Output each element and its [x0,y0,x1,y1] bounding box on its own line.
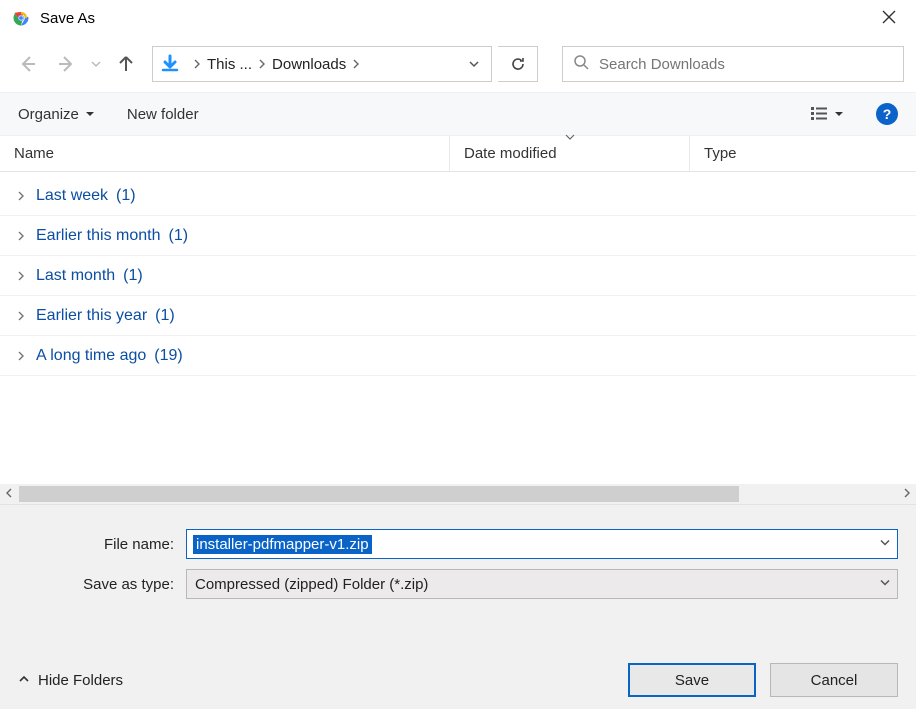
group-count: (1) [155,307,175,325]
recent-locations-dropdown[interactable] [88,48,104,80]
hide-folders-label: Hide Folders [38,672,123,689]
view-icon [810,106,828,122]
breadcrumb[interactable]: This ... Downloads [152,46,492,82]
savetype-value: Compressed (zipped) Folder (*.zip) [195,576,428,593]
filename-value[interactable]: installer-pdfmapper-v1.zip [193,535,372,554]
chevron-right-icon [14,231,28,241]
group-last-week[interactable]: Last week (1) [0,176,916,216]
filename-combobox[interactable]: installer-pdfmapper-v1.zip [186,529,898,559]
column-header-type[interactable]: Type [690,136,916,171]
back-button[interactable] [12,48,44,80]
chevron-right-icon [14,311,28,321]
search-input[interactable] [599,56,893,73]
forward-button[interactable] [50,48,82,80]
cancel-label: Cancel [811,672,858,689]
breadcrumb-segment-folder[interactable]: Downloads [272,56,346,73]
group-label: A long time ago [36,347,146,365]
toolbar: Organize New folder ? [0,92,916,136]
group-label: Earlier this year [36,307,147,325]
up-button[interactable] [110,48,142,80]
group-long-time-ago[interactable]: A long time ago (19) [0,336,916,376]
chevron-down-icon [834,109,844,119]
group-count: (1) [169,227,189,245]
sort-indicator-icon [565,132,575,143]
new-folder-label: New folder [127,106,199,123]
chevron-right-icon [258,57,266,72]
search-box[interactable] [562,46,904,82]
scroll-thumb[interactable] [19,486,739,502]
help-label: ? [883,106,892,122]
group-last-month[interactable]: Last month (1) [0,256,916,296]
close-icon[interactable] [874,4,904,33]
scroll-right-icon[interactable] [898,487,916,501]
downloads-folder-icon [153,47,187,81]
nav-row: This ... Downloads [0,36,916,92]
save-label: Save [675,672,709,689]
chrome-icon [12,9,30,27]
save-button[interactable]: Save [628,663,756,697]
chevron-down-icon[interactable] [879,577,891,592]
organize-menu[interactable]: Organize [18,106,95,123]
filename-label: File name: [18,536,186,553]
chevron-right-icon [193,57,201,72]
group-label: Last week [36,187,108,205]
chevron-right-icon [14,351,28,361]
group-count: (1) [116,187,136,205]
search-icon [573,54,589,75]
hide-folders-toggle[interactable]: Hide Folders [18,672,123,689]
cancel-button[interactable]: Cancel [770,663,898,697]
group-label: Earlier this month [36,227,161,245]
group-earlier-this-month[interactable]: Earlier this month (1) [0,216,916,256]
dialog-title: Save As [40,10,95,27]
column-date-label: Date modified [464,145,557,162]
organize-label: Organize [18,106,79,123]
chevron-down-icon[interactable] [879,537,891,552]
breadcrumb-dropdown[interactable] [457,58,491,70]
column-header-name[interactable]: Name [0,136,450,171]
horizontal-scrollbar[interactable] [0,484,916,504]
titlebar: Save As [0,0,916,36]
new-folder-button[interactable]: New folder [127,106,199,123]
chevron-right-icon [14,271,28,281]
column-headers: Name Date modified Type [0,136,916,172]
breadcrumb-segment-root[interactable]: This ... [207,56,252,73]
group-earlier-this-year[interactable]: Earlier this year (1) [0,296,916,336]
group-count: (19) [154,347,182,365]
savetype-label: Save as type: [18,576,186,593]
chevron-right-icon [352,57,360,72]
scroll-left-icon[interactable] [0,487,18,501]
chevron-right-icon [14,191,28,201]
view-options-button[interactable] [810,106,844,122]
breadcrumb-path[interactable]: This ... Downloads [187,56,457,73]
column-name-label: Name [14,145,54,162]
group-count: (1) [123,267,143,285]
help-button[interactable]: ? [876,103,898,125]
bottom-panel: File name: installer-pdfmapper-v1.zip Sa… [0,504,916,709]
file-list[interactable]: Last week (1) Earlier this month (1) Las… [0,172,916,484]
chevron-up-icon [18,672,30,689]
savetype-combobox[interactable]: Compressed (zipped) Folder (*.zip) [186,569,898,599]
column-type-label: Type [704,145,737,162]
group-label: Last month [36,267,115,285]
chevron-down-icon [85,109,95,119]
column-header-date[interactable]: Date modified [450,136,690,171]
refresh-button[interactable] [498,46,538,82]
